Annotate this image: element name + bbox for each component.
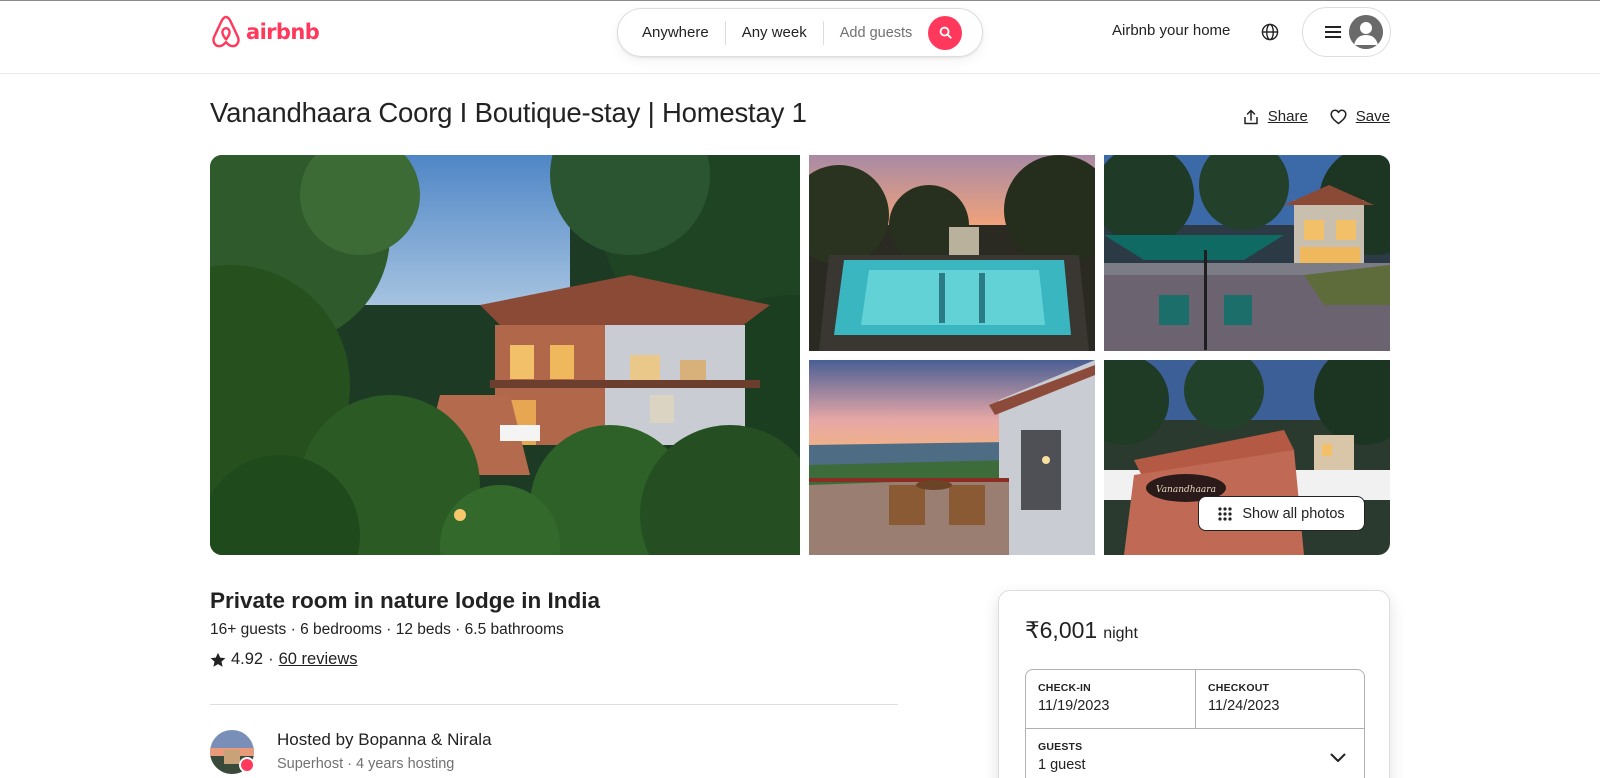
entrance-sign-text: Vanandhaara bbox=[1156, 485, 1216, 495]
fact-separator: · bbox=[450, 621, 465, 638]
price-row: ₹6,001 night bbox=[1025, 617, 1138, 644]
user-avatar-icon bbox=[1349, 15, 1383, 49]
booking-card: ₹6,001 night CHECK-IN 11/19/2023 CHECKOU… bbox=[998, 590, 1390, 778]
superhost-badge-icon bbox=[239, 757, 255, 773]
share-label: Share bbox=[1267, 108, 1308, 125]
hosted-by-text: Hosted by Bopanna & Nirala bbox=[277, 730, 492, 749]
checkin-field[interactable]: CHECK-IN 11/19/2023 bbox=[1026, 670, 1196, 728]
menu-icon bbox=[1325, 26, 1341, 38]
search-when[interactable]: Any week bbox=[726, 24, 823, 41]
checkout-field[interactable]: CHECKOUT 11/24/2023 bbox=[1196, 670, 1364, 728]
photo-gallery: Vanandhaara Show all photos bbox=[210, 155, 1390, 555]
fact-separator: · bbox=[381, 621, 396, 638]
fact-bathrooms: 6.5 bathrooms bbox=[464, 621, 564, 638]
save-button[interactable]: Save bbox=[1330, 108, 1390, 125]
share-icon bbox=[1244, 109, 1258, 124]
show-all-photos-button[interactable]: Show all photos bbox=[1198, 496, 1365, 531]
checkout-label: CHECKOUT bbox=[1208, 682, 1270, 694]
airbnb-logo-icon bbox=[212, 15, 240, 48]
room-type-heading: Private room in nature lodge in India bbox=[210, 588, 601, 613]
price-unit: night bbox=[1103, 625, 1138, 642]
airbnb-logo[interactable]: airbnb bbox=[210, 15, 320, 49]
price-amount: ₹6,001 bbox=[1025, 617, 1098, 643]
top-header: airbnb Anywhere Any week Add guests Airb… bbox=[0, 0, 1600, 74]
search-bar[interactable]: Anywhere Any week Add guests bbox=[617, 8, 983, 57]
guests-label: GUESTS bbox=[1038, 741, 1083, 753]
heart-icon bbox=[1330, 109, 1347, 124]
globe-icon bbox=[1261, 23, 1279, 41]
chevron-down-icon bbox=[1330, 753, 1346, 762]
rating-separator: · bbox=[268, 650, 274, 668]
show-all-photos-label: Show all photos bbox=[1242, 505, 1345, 522]
fact-beds: 12 beds bbox=[395, 621, 451, 638]
fact-separator: · bbox=[286, 621, 301, 638]
photo-patio-umbrella[interactable] bbox=[1104, 155, 1390, 351]
fact-guests: 16+ guests bbox=[210, 621, 287, 638]
search-icon bbox=[939, 26, 952, 39]
listing-facts: 16+ guests · 6 bedrooms · 12 beds · 6.5 … bbox=[210, 621, 564, 639]
photo-pool[interactable] bbox=[809, 155, 1095, 351]
listing-actions: Share Save bbox=[1243, 108, 1390, 125]
search-where[interactable]: Anywhere bbox=[618, 24, 725, 41]
rating-value: 4.92 bbox=[231, 650, 264, 668]
star-icon bbox=[210, 652, 226, 667]
share-button[interactable]: Share bbox=[1243, 108, 1308, 125]
listing-title: Vanandhaara Coorg I Boutique-stay | Home… bbox=[210, 97, 807, 128]
user-menu-button[interactable] bbox=[1302, 7, 1391, 57]
photo-balcony[interactable] bbox=[809, 360, 1095, 555]
guests-field[interactable]: GUESTS 1 guest bbox=[1026, 728, 1364, 778]
reviews-link[interactable]: 60 reviews bbox=[279, 650, 358, 669]
fact-bedrooms: 6 bedrooms bbox=[300, 621, 382, 638]
guests-value: 1 guest bbox=[1038, 757, 1086, 773]
section-divider bbox=[210, 704, 898, 705]
photo-main-house[interactable] bbox=[210, 155, 800, 555]
airbnb-your-home-link[interactable]: Airbnb your home bbox=[1112, 22, 1230, 39]
save-label: Save bbox=[1355, 108, 1390, 125]
language-button[interactable] bbox=[1259, 21, 1281, 43]
checkin-label: CHECK-IN bbox=[1038, 682, 1091, 694]
grid-dots-icon bbox=[1218, 506, 1232, 521]
checkin-value: 11/19/2023 bbox=[1038, 698, 1110, 714]
search-button[interactable] bbox=[928, 15, 963, 50]
host-details: Superhost · 4 years hosting bbox=[277, 756, 455, 772]
rating-row: 4.92 · 60 reviews bbox=[210, 650, 358, 669]
logo-wordmark: airbnb bbox=[246, 20, 320, 44]
booking-inputs: CHECK-IN 11/19/2023 CHECKOUT 11/24/2023 … bbox=[1025, 669, 1365, 778]
checkout-value: 11/24/2023 bbox=[1208, 698, 1280, 714]
search-guests[interactable]: Add guests bbox=[824, 25, 925, 41]
